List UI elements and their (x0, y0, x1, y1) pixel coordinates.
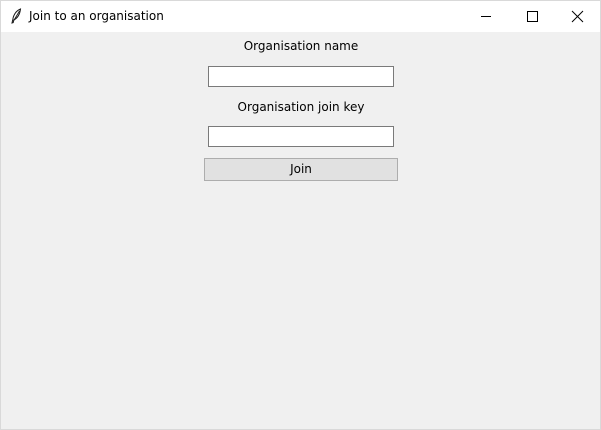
window-title: Join to an organisation (29, 9, 164, 23)
org-name-input[interactable] (208, 66, 394, 87)
title-bar[interactable]: Join to an organisation (1, 1, 600, 32)
maximize-button[interactable] (509, 1, 555, 32)
org-key-input[interactable] (208, 126, 394, 147)
org-key-label: Organisation join key (237, 100, 365, 114)
maximize-icon (527, 11, 538, 22)
feather-icon (9, 8, 23, 24)
minimize-button[interactable] (463, 1, 509, 32)
org-name-label: Organisation name (243, 39, 359, 53)
close-button[interactable] (554, 1, 600, 32)
close-icon (571, 10, 584, 23)
minimize-icon (481, 16, 491, 17)
app-window: Join to an organisation Organisation nam… (0, 0, 601, 430)
join-button[interactable]: Join (204, 158, 398, 181)
